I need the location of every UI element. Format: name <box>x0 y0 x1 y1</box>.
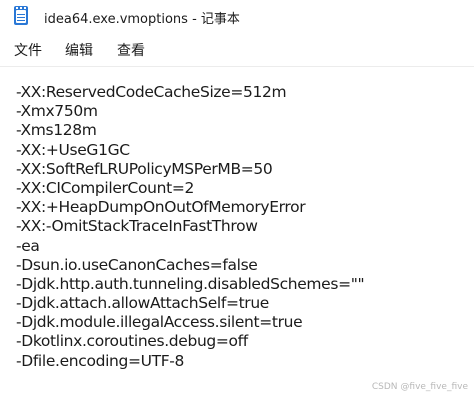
menu-edit[interactable]: 编辑 <box>65 40 93 60</box>
text-line[interactable]: -Dfile.encoding=UTF-8 <box>16 352 364 371</box>
text-line[interactable]: -XX:+UseG1GC <box>16 141 364 160</box>
title-bar[interactable]: idea64.exe.vmoptions - 记事本 <box>0 0 474 32</box>
text-line[interactable]: -Djdk.module.illegalAccess.silent=true <box>16 313 364 332</box>
text-line[interactable]: -XX:ReservedCodeCacheSize=512m <box>16 83 364 102</box>
text-line[interactable]: -ea <box>16 237 364 256</box>
menu-view[interactable]: 查看 <box>117 40 145 60</box>
text-line[interactable]: -Xms128m <box>16 121 364 140</box>
text-line[interactable]: -Dkotlinx.coroutines.debug=off <box>16 332 364 351</box>
text-editor[interactable]: -XX:ReservedCodeCacheSize=512m -Xmx750m … <box>0 66 474 395</box>
notepad-icon <box>14 6 28 25</box>
text-line[interactable]: -XX:CICompilerCount=2 <box>16 179 364 198</box>
text-line[interactable]: -XX:SoftRefLRUPolicyMSPerMB=50 <box>16 160 364 179</box>
notepad-window: idea64.exe.vmoptions - 记事本 文件 编辑 查看 -XX:… <box>0 0 474 395</box>
text-line[interactable]: -Dsun.io.useCanonCaches=false <box>16 256 364 275</box>
text-line[interactable]: -Djdk.attach.allowAttachSelf=true <box>16 294 364 313</box>
text-line[interactable]: -XX:-OmitStackTraceInFastThrow <box>16 217 364 236</box>
text-line[interactable]: -Djdk.http.auth.tunneling.disabledScheme… <box>16 275 365 294</box>
csdn-watermark: CSDN @five_five_five <box>371 382 468 392</box>
window-title: idea64.exe.vmoptions - 记事本 <box>44 12 240 27</box>
text-line[interactable]: -Xmx750m <box>16 102 364 121</box>
text-line[interactable]: -XX:+HeapDumpOnOutOfMemoryError <box>16 198 364 217</box>
menu-file[interactable]: 文件 <box>14 40 42 60</box>
menu-bar: 文件 编辑 查看 <box>0 32 474 66</box>
text-content[interactable]: -XX:ReservedCodeCacheSize=512m -Xmx750m … <box>16 83 365 371</box>
